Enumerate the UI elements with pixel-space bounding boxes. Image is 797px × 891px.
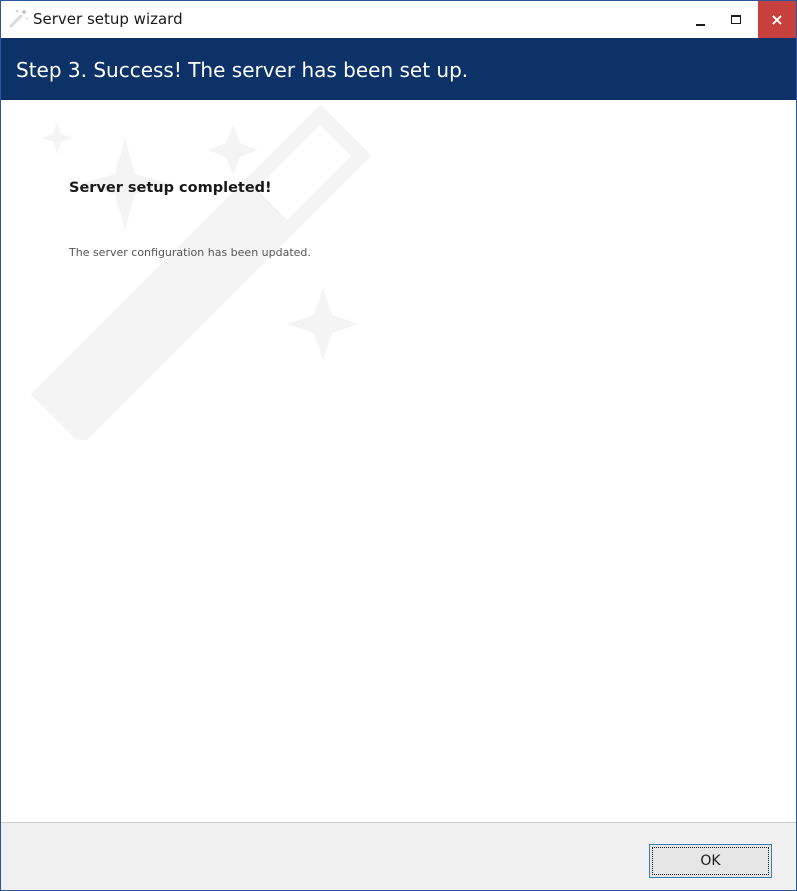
wizard-content: Server setup completed! The server confi… <box>1 100 796 822</box>
maximize-button[interactable] <box>721 1 751 38</box>
wizard-header: Step 3. Success! The server has been set… <box>1 38 796 100</box>
completion-message: The server configuration has been update… <box>69 246 311 259</box>
close-icon: × <box>770 9 784 29</box>
minimize-icon <box>695 23 705 26</box>
window-title: Server setup wizard <box>33 10 183 28</box>
setup-wizard-window: Server setup wizard × Step 3. Success! T… <box>0 0 797 891</box>
ok-button[interactable]: OK <box>649 844 772 878</box>
magic-wand-watermark-icon <box>30 104 372 440</box>
ok-button-label: OK <box>652 847 769 875</box>
title-bar[interactable]: Server setup wizard × <box>1 1 796 38</box>
completion-heading: Server setup completed! <box>69 180 272 196</box>
magic-wand-icon <box>8 7 30 29</box>
wizard-footer: OK <box>1 822 796 890</box>
close-button[interactable]: × <box>758 1 796 38</box>
maximize-icon <box>731 15 741 24</box>
step-title: Step 3. Success! The server has been set… <box>16 58 469 82</box>
minimize-button[interactable] <box>685 1 715 38</box>
